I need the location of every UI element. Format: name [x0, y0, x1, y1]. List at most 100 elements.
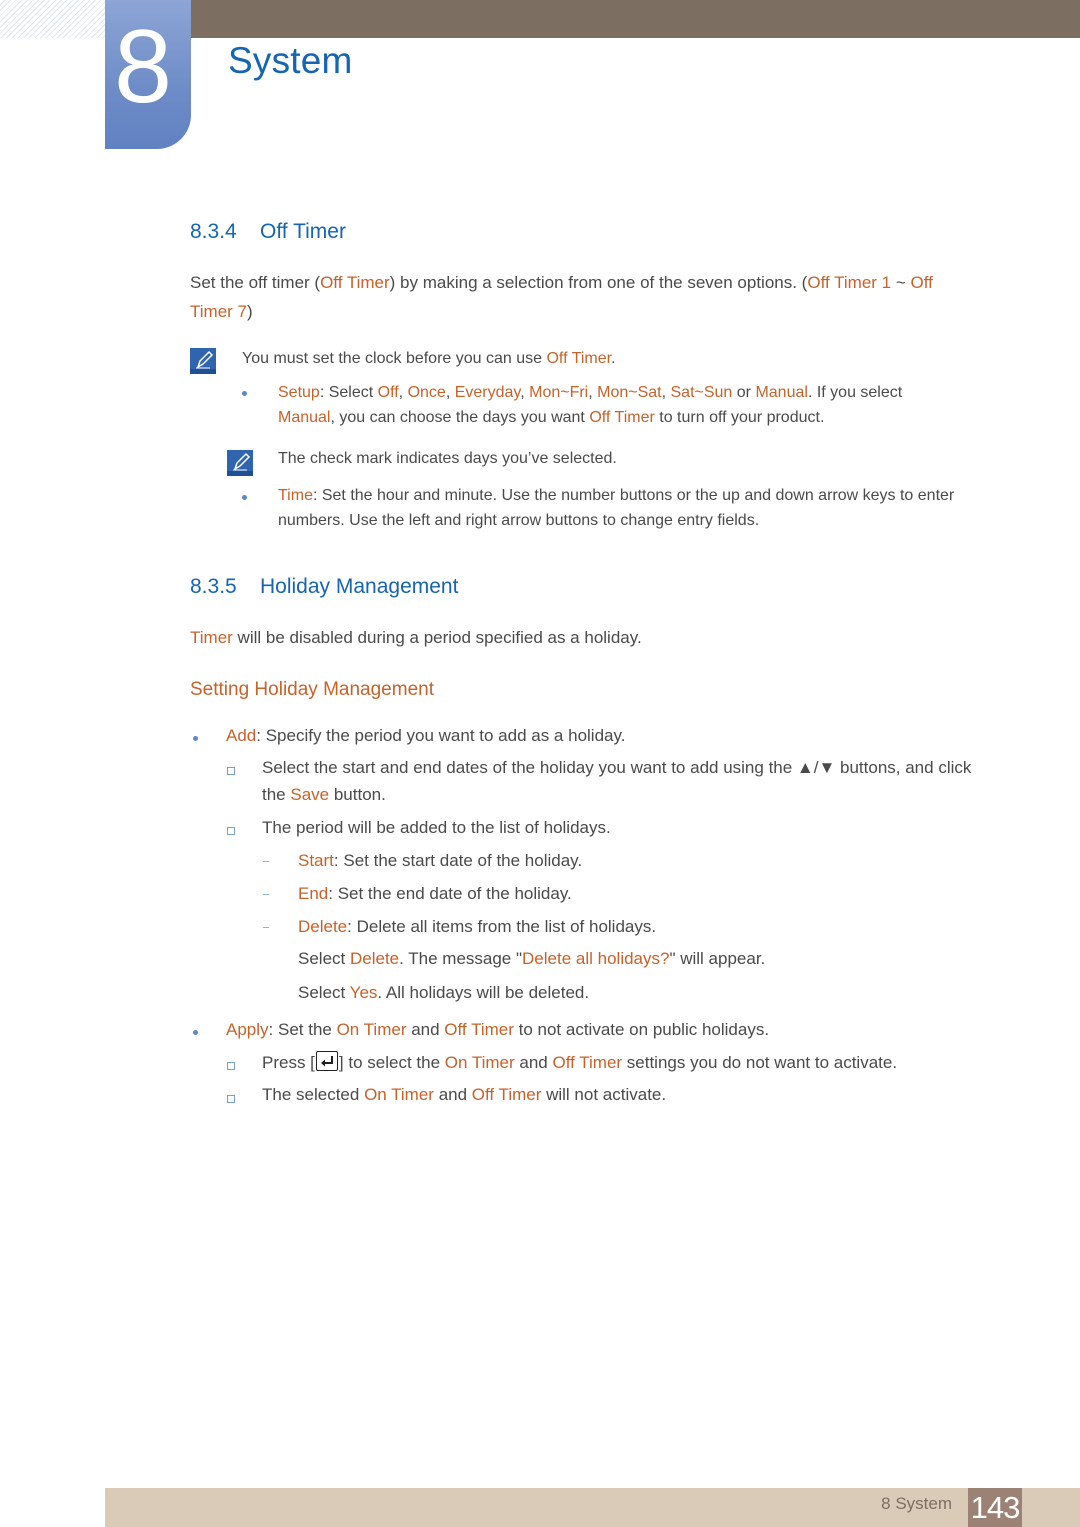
- emphasis: Apply: [226, 1020, 269, 1039]
- text: ~: [891, 273, 911, 292]
- chapter-title: System: [228, 40, 353, 81]
- emphasis: End: [298, 884, 329, 903]
- text: the: [262, 785, 291, 804]
- text: : Set the end date of the holiday.: [328, 884, 572, 903]
- square-bullet-icon: [227, 767, 235, 775]
- start-item: Start: Set the start date of the holiday…: [298, 846, 582, 875]
- emphasis: Off Timer: [444, 1020, 514, 1039]
- emphasis: Delete: [298, 917, 348, 936]
- text: .: [611, 350, 616, 367]
- option-once: Once: [407, 384, 446, 401]
- end-item: End: Set the end date of the holiday.: [298, 879, 572, 908]
- text: : Delete all items from the list of holi…: [347, 917, 657, 936]
- separator: ,: [520, 384, 530, 401]
- text: : Set the hour and minute. Use the numbe…: [312, 487, 955, 504]
- bullet-icon: [193, 736, 198, 741]
- emphasis: Delete all holidays?: [522, 949, 670, 968]
- bullet-icon: [242, 495, 247, 500]
- emphasis: Off Timer 1: [807, 273, 892, 292]
- section-title: Holiday Management: [260, 575, 459, 598]
- delete-message: Select Delete. The message "Delete all h…: [298, 944, 765, 973]
- subheading-setting-holiday-management: Setting Holiday Management: [190, 679, 434, 700]
- header-hatch-decoration: [0, 0, 105, 38]
- page-number: 143: [968, 1488, 1022, 1527]
- text: numbers. Use the left and right arrow bu…: [278, 512, 760, 529]
- delete-item: Delete: Delete all items from the list o…: [298, 912, 656, 941]
- option-everyday: Everyday: [454, 384, 521, 401]
- emphasis: On Timer: [364, 1085, 434, 1104]
- dash-bullet-icon: [263, 894, 269, 895]
- square-bullet-icon: [227, 1095, 235, 1103]
- footer-chapter-label: 8 System: [881, 1494, 952, 1513]
- add-item: Add: Specify the period you want to add …: [226, 721, 625, 750]
- text: , you can choose the days you want: [330, 409, 590, 426]
- text: You must set the clock before you can us…: [242, 350, 547, 367]
- text: and: [514, 1053, 553, 1072]
- option-sat-sun: Sat~Sun: [670, 384, 733, 401]
- emphasis: Yes: [349, 983, 378, 1002]
- option-mon-sat: Mon~Sat: [597, 384, 662, 401]
- separator: ,: [661, 384, 671, 401]
- header-bar: [190, 0, 1080, 38]
- square-bullet-icon: [227, 827, 235, 835]
- note-clock-required: You must set the clock before you can us…: [242, 346, 616, 371]
- emphasis: Timer 7: [190, 302, 247, 321]
- note-pencil-icon: [190, 348, 216, 374]
- time-item: Time: Set the hour and minute. Use the n…: [278, 483, 1018, 533]
- emphasis: Off Timer: [552, 1053, 623, 1072]
- chapter-number: 8: [114, 9, 172, 125]
- add-sub-period-added: The period will be added to the list of …: [262, 818, 611, 837]
- emphasis: Start: [298, 851, 334, 870]
- text: ) by making a selection from one of the …: [389, 273, 808, 292]
- text: . If you select: [807, 384, 903, 401]
- section-heading-holiday-management: 8.3.5 Holiday Management: [190, 575, 458, 599]
- note-pencil-icon: [227, 450, 253, 476]
- holiday-intro: Timer will be disabled during a period s…: [190, 623, 642, 652]
- option-off: Off: [377, 384, 399, 401]
- emphasis: Add: [226, 726, 257, 745]
- option-mon-fri: Mon~Fri: [529, 384, 589, 401]
- separator: ,: [588, 384, 598, 401]
- emphasis: Off: [910, 273, 933, 292]
- apply-sub-not-activate: The selected On Timer and Off Timer will…: [262, 1080, 666, 1109]
- text: to turn off your product.: [654, 409, 825, 426]
- separator: ,: [398, 384, 408, 401]
- apply-sub-press: Press [] to select the On Timer and Off …: [262, 1048, 897, 1077]
- bullet-icon: [242, 391, 247, 396]
- text: . All holidays will be deleted.: [377, 983, 590, 1002]
- text: will not activate.: [541, 1085, 667, 1104]
- text: to not activate on public holidays.: [513, 1020, 770, 1039]
- emphasis: On Timer: [336, 1020, 407, 1039]
- text: and: [433, 1085, 472, 1104]
- add-sub-select-dates: Select the start and end dates of the ho…: [262, 754, 1022, 808]
- emphasis: Setup: [278, 384, 320, 401]
- text: : Select: [319, 384, 378, 401]
- emphasis: Save: [290, 785, 330, 804]
- text: button.: [329, 785, 386, 804]
- text: Select: [298, 949, 350, 968]
- emphasis: Delete: [349, 949, 400, 968]
- chapter-tab: 8: [105, 0, 191, 149]
- emphasis: Manual: [278, 409, 331, 426]
- text: settings you do not want to activate.: [622, 1053, 898, 1072]
- text: Select: [298, 983, 350, 1002]
- text: ): [247, 302, 253, 321]
- text: and: [406, 1020, 445, 1039]
- apply-item: Apply: Set the On Timer and Off Timer to…: [226, 1015, 769, 1044]
- bullet-icon: [193, 1030, 198, 1035]
- text: ] to select the: [338, 1053, 445, 1072]
- text: . The message ": [399, 949, 523, 968]
- off-timer-intro: Set the off timer (Off Timer) by making …: [190, 268, 990, 326]
- text: : Specify the period you want to add as …: [256, 726, 626, 745]
- separator: ,: [445, 384, 455, 401]
- emphasis: Timer: [190, 628, 233, 647]
- square-bullet-icon: [227, 1062, 235, 1070]
- text: will be disabled during a period specifi…: [232, 628, 642, 647]
- text: " will appear.: [669, 949, 766, 968]
- text: or: [732, 384, 756, 401]
- text: Set the off timer (: [190, 273, 321, 292]
- note-check-mark: The check mark indicates days you’ve sel…: [278, 450, 617, 467]
- text: The selected: [262, 1085, 365, 1104]
- enter-key-icon: [315, 1051, 338, 1071]
- emphasis: On Timer: [444, 1053, 515, 1072]
